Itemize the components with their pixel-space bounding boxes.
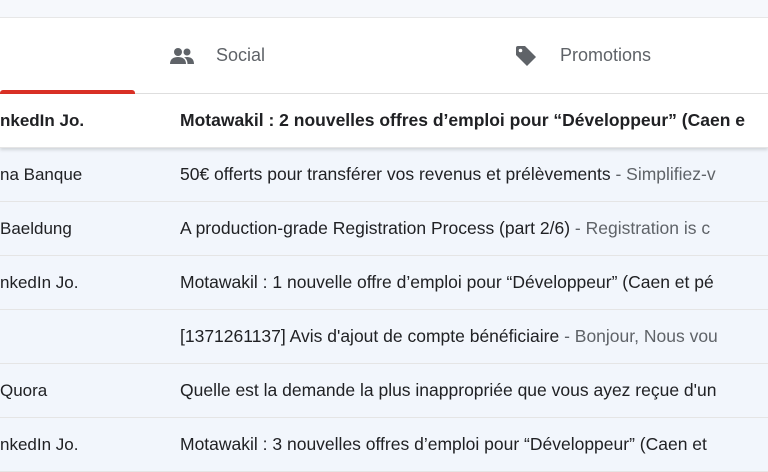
email-sender: [0, 310, 160, 363]
email-list: nkedIn Jo. Motawakil : 2 nouvelles offre…: [0, 94, 768, 472]
tab-promotions-label: Promotions: [560, 45, 652, 65]
email-subject-line: Quelle est la demande la plus inappropri…: [180, 364, 716, 417]
email-sender: nkedIn Jo.: [0, 435, 79, 454]
email-sender: Quora: [0, 381, 48, 400]
email-subject: [1371261137] Avis d'ajout de compte béné…: [180, 326, 560, 346]
email-row[interactable]: Quora Quelle est la demande la plus inap…: [0, 364, 768, 418]
tab-primary[interactable]: [0, 18, 135, 94]
email-subject-line: A production-grade Registration Process …: [180, 202, 710, 255]
email-subject-line: 50€ offerts pour transférer vos revenus …: [180, 148, 716, 201]
tab-promotions[interactable]: Promotions: [512, 18, 651, 93]
email-subject: A production-grade Registration Process …: [180, 218, 571, 238]
inbox-category-tabs: Social Promotions: [0, 18, 768, 94]
email-row[interactable]: nkedIn Jo. Motawakil : 1 nouvelle offre …: [0, 256, 768, 310]
email-sender: na Banque: [0, 165, 83, 184]
people-icon: [168, 42, 196, 70]
email-subject-line: [1371261137] Avis d'ajout de compte béné…: [180, 310, 718, 363]
email-row[interactable]: nkedIn Jo. Motawakil : 2 nouvelles offre…: [0, 94, 768, 148]
email-sender: nkedIn Jo.: [0, 111, 85, 130]
email-row[interactable]: nkedIn Jo. Motawakil : 3 nouvelles offre…: [0, 418, 768, 472]
email-snippet: - Simplifiez-v: [610, 164, 716, 184]
email-subject-line: Motawakil : 3 nouvelles offres d’emploi …: [180, 418, 707, 471]
email-row[interactable]: na Banque 50€ offerts pour transférer vo…: [0, 148, 768, 202]
email-subject-line: Motawakil : 1 nouvelle offre d’emploi po…: [180, 256, 714, 309]
email-subject: Motawakil : 1 nouvelle offre d’emploi po…: [180, 272, 714, 292]
email-subject: 50€ offerts pour transférer vos revenus …: [180, 164, 611, 184]
tab-social[interactable]: Social: [168, 18, 265, 93]
email-row[interactable]: Baeldung A production-grade Registration…: [0, 202, 768, 256]
email-snippet: - Bonjour, Nous vou: [559, 326, 718, 346]
email-subject: Quelle est la demande la plus inappropri…: [180, 380, 717, 400]
top-toolbar-strip: [0, 0, 768, 18]
email-sender: Baeldung: [0, 219, 72, 238]
email-subject: Motawakil : 3 nouvelles offres d’emploi …: [180, 434, 707, 454]
email-subject: Motawakil : 2 nouvelles offres d’emploi …: [180, 110, 745, 130]
email-subject-line: Motawakil : 2 nouvelles offres d’emploi …: [180, 94, 745, 147]
email-sender: nkedIn Jo.: [0, 273, 79, 292]
email-row[interactable]: [1371261137] Avis d'ajout de compte béné…: [0, 310, 768, 364]
tag-icon: [512, 42, 540, 70]
email-snippet: - Registration is c: [570, 218, 711, 238]
tab-social-label: Social: [216, 45, 266, 65]
